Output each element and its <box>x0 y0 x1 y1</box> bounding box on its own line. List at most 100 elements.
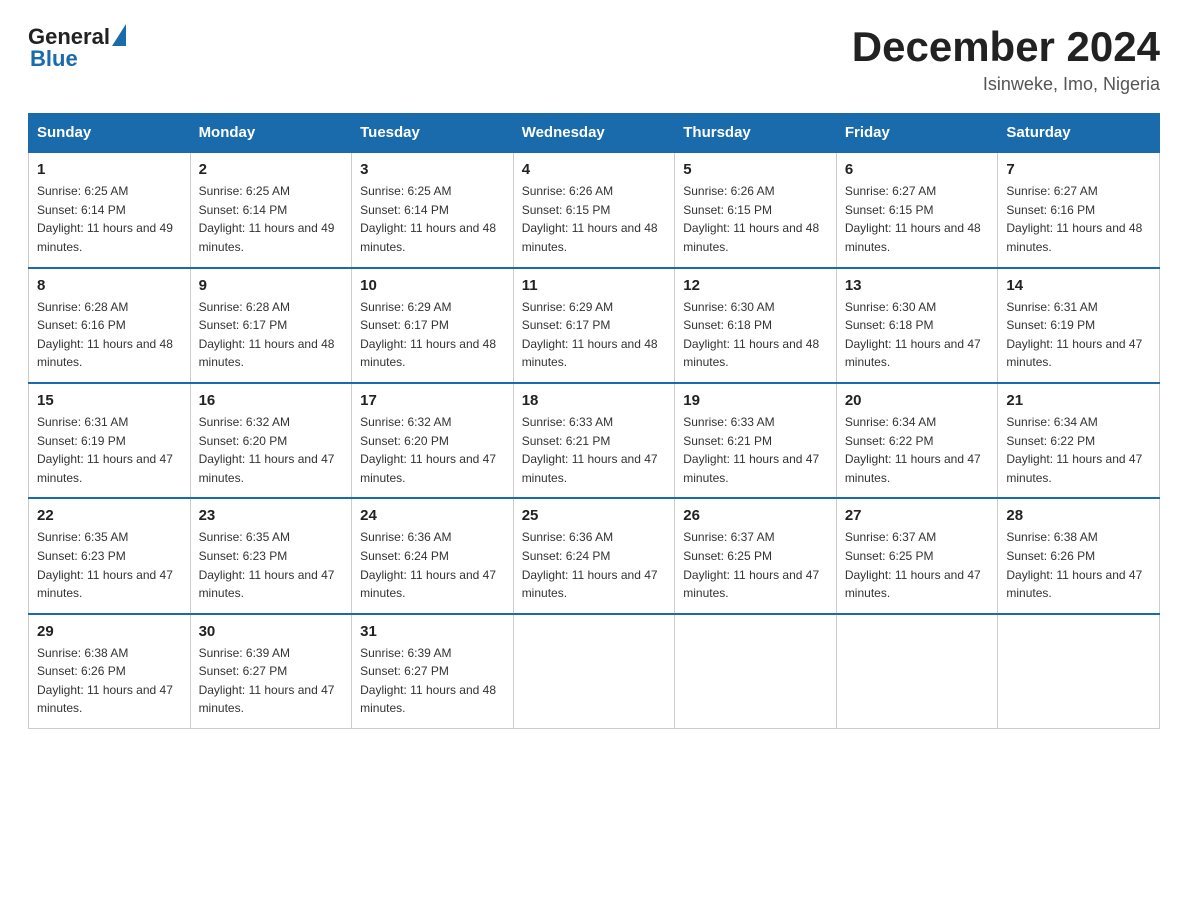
calendar-cell: 29 Sunrise: 6:38 AMSunset: 6:26 PMDayligh… <box>29 614 191 729</box>
header-sunday: Sunday <box>29 114 191 153</box>
day-info: Sunrise: 6:29 AMSunset: 6:17 PMDaylight:… <box>360 298 505 372</box>
day-number: 16 <box>199 392 344 409</box>
calendar-cell: 26 Sunrise: 6:37 AMSunset: 6:25 PMDayligh… <box>675 498 837 613</box>
calendar-cell: 10 Sunrise: 6:29 AMSunset: 6:17 PMDayligh… <box>352 268 514 383</box>
day-info: Sunrise: 6:36 AMSunset: 6:24 PMDaylight:… <box>522 528 667 602</box>
day-number: 10 <box>360 277 505 294</box>
day-number: 21 <box>1006 392 1151 409</box>
calendar-cell: 21 Sunrise: 6:34 AMSunset: 6:22 PMDayligh… <box>998 383 1160 498</box>
calendar-cell <box>998 614 1160 729</box>
calendar-cell: 22 Sunrise: 6:35 AMSunset: 6:23 PMDayligh… <box>29 498 191 613</box>
day-info: Sunrise: 6:25 AMSunset: 6:14 PMDaylight:… <box>37 182 182 256</box>
day-info: Sunrise: 6:35 AMSunset: 6:23 PMDaylight:… <box>37 528 182 602</box>
calendar-cell: 1 Sunrise: 6:25 AMSunset: 6:14 PMDaylight… <box>29 152 191 267</box>
day-number: 7 <box>1006 161 1151 178</box>
day-number: 25 <box>522 507 667 524</box>
day-number: 14 <box>1006 277 1151 294</box>
day-info: Sunrise: 6:39 AMSunset: 6:27 PMDaylight:… <box>360 644 505 718</box>
day-info: Sunrise: 6:30 AMSunset: 6:18 PMDaylight:… <box>683 298 828 372</box>
calendar-cell: 4Sunrise: 6:26 AMSunset: 6:15 PMDaylight… <box>513 152 675 267</box>
day-info: Sunrise: 6:26 AMSunset: 6:15 PMDaylight:… <box>683 182 828 256</box>
calendar-cell: 17 Sunrise: 6:32 AMSunset: 6:20 PMDayligh… <box>352 383 514 498</box>
day-info: Sunrise: 6:38 AMSunset: 6:26 PMDaylight:… <box>37 644 182 718</box>
day-number: 5 <box>683 161 828 178</box>
day-number: 8 <box>37 277 182 294</box>
day-info: Sunrise: 6:32 AMSunset: 6:20 PMDaylight:… <box>360 413 505 487</box>
calendar-cell <box>513 614 675 729</box>
calendar-cell: 30 Sunrise: 6:39 AMSunset: 6:27 PMDayligh… <box>190 614 352 729</box>
week-row-1: 1 Sunrise: 6:25 AMSunset: 6:14 PMDaylight… <box>29 152 1160 267</box>
calendar-cell: 24Sunrise: 6:36 AMSunset: 6:24 PMDayligh… <box>352 498 514 613</box>
page-header: General Blue December 2024 Isinweke, Imo… <box>28 24 1160 95</box>
day-number: 27 <box>845 507 990 524</box>
day-number: 2 <box>199 161 344 178</box>
calendar-cell: 23 Sunrise: 6:35 AMSunset: 6:23 PMDayligh… <box>190 498 352 613</box>
calendar-table: SundayMondayTuesdayWednesdayThursdayFrid… <box>28 113 1160 729</box>
day-info: Sunrise: 6:37 AMSunset: 6:25 PMDaylight:… <box>845 528 990 602</box>
day-info: Sunrise: 6:30 AMSunset: 6:18 PMDaylight:… <box>845 298 990 372</box>
day-info: Sunrise: 6:25 AMSunset: 6:14 PMDaylight:… <box>199 182 344 256</box>
logo-blue-text: Blue <box>30 46 78 72</box>
day-number: 11 <box>522 277 667 294</box>
day-info: Sunrise: 6:25 AMSunset: 6:14 PMDaylight:… <box>360 182 505 256</box>
day-number: 3 <box>360 161 505 178</box>
calendar-cell: 12 Sunrise: 6:30 AMSunset: 6:18 PMDayligh… <box>675 268 837 383</box>
main-title: December 2024 <box>852 24 1160 70</box>
week-row-4: 22 Sunrise: 6:35 AMSunset: 6:23 PMDayligh… <box>29 498 1160 613</box>
day-number: 1 <box>37 161 182 178</box>
day-number: 17 <box>360 392 505 409</box>
day-number: 6 <box>845 161 990 178</box>
calendar-cell: 19 Sunrise: 6:33 AMSunset: 6:21 PMDayligh… <box>675 383 837 498</box>
day-number: 13 <box>845 277 990 294</box>
day-number: 26 <box>683 507 828 524</box>
logo-triangle-icon <box>112 24 126 46</box>
day-info: Sunrise: 6:29 AMSunset: 6:17 PMDaylight:… <box>522 298 667 372</box>
day-number: 9 <box>199 277 344 294</box>
day-number: 20 <box>845 392 990 409</box>
calendar-cell: 14 Sunrise: 6:31 AMSunset: 6:19 PMDayligh… <box>998 268 1160 383</box>
calendar-header-row: SundayMondayTuesdayWednesdayThursdayFrid… <box>29 114 1160 153</box>
calendar-cell: 6 Sunrise: 6:27 AMSunset: 6:15 PMDaylight… <box>836 152 998 267</box>
calendar-cell: 20 Sunrise: 6:34 AMSunset: 6:22 PMDayligh… <box>836 383 998 498</box>
header-wednesday: Wednesday <box>513 114 675 153</box>
day-number: 22 <box>37 507 182 524</box>
calendar-cell: 8 Sunrise: 6:28 AMSunset: 6:16 PMDaylight… <box>29 268 191 383</box>
day-number: 29 <box>37 623 182 640</box>
day-info: Sunrise: 6:37 AMSunset: 6:25 PMDaylight:… <box>683 528 828 602</box>
day-info: Sunrise: 6:27 AMSunset: 6:15 PMDaylight:… <box>845 182 990 256</box>
header-thursday: Thursday <box>675 114 837 153</box>
day-number: 23 <box>199 507 344 524</box>
day-number: 31 <box>360 623 505 640</box>
day-number: 12 <box>683 277 828 294</box>
day-info: Sunrise: 6:31 AMSunset: 6:19 PMDaylight:… <box>37 413 182 487</box>
day-info: Sunrise: 6:33 AMSunset: 6:21 PMDaylight:… <box>683 413 828 487</box>
header-monday: Monday <box>190 114 352 153</box>
title-section: December 2024 Isinweke, Imo, Nigeria <box>852 24 1160 95</box>
day-info: Sunrise: 6:38 AMSunset: 6:26 PMDaylight:… <box>1006 528 1151 602</box>
day-info: Sunrise: 6:31 AMSunset: 6:19 PMDaylight:… <box>1006 298 1151 372</box>
calendar-cell: 18 Sunrise: 6:33 AMSunset: 6:21 PMDayligh… <box>513 383 675 498</box>
calendar-cell: 11 Sunrise: 6:29 AMSunset: 6:17 PMDayligh… <box>513 268 675 383</box>
day-number: 30 <box>199 623 344 640</box>
day-number: 18 <box>522 392 667 409</box>
day-info: Sunrise: 6:32 AMSunset: 6:20 PMDaylight:… <box>199 413 344 487</box>
calendar-cell: 9 Sunrise: 6:28 AMSunset: 6:17 PMDaylight… <box>190 268 352 383</box>
day-info: Sunrise: 6:28 AMSunset: 6:16 PMDaylight:… <box>37 298 182 372</box>
day-number: 19 <box>683 392 828 409</box>
calendar-cell: 3 Sunrise: 6:25 AMSunset: 6:14 PMDaylight… <box>352 152 514 267</box>
day-info: Sunrise: 6:34 AMSunset: 6:22 PMDaylight:… <box>845 413 990 487</box>
calendar-cell: 25 Sunrise: 6:36 AMSunset: 6:24 PMDayligh… <box>513 498 675 613</box>
day-number: 4 <box>522 161 667 178</box>
calendar-cell <box>675 614 837 729</box>
calendar-cell: 28Sunrise: 6:38 AMSunset: 6:26 PMDayligh… <box>998 498 1160 613</box>
calendar-cell: 13 Sunrise: 6:30 AMSunset: 6:18 PMDayligh… <box>836 268 998 383</box>
day-info: Sunrise: 6:36 AMSunset: 6:24 PMDaylight:… <box>360 528 505 602</box>
logo: General Blue <box>28 24 126 72</box>
calendar-cell <box>836 614 998 729</box>
day-info: Sunrise: 6:35 AMSunset: 6:23 PMDaylight:… <box>199 528 344 602</box>
calendar-cell: 15Sunrise: 6:31 AMSunset: 6:19 PMDayligh… <box>29 383 191 498</box>
day-info: Sunrise: 6:34 AMSunset: 6:22 PMDaylight:… <box>1006 413 1151 487</box>
day-info: Sunrise: 6:39 AMSunset: 6:27 PMDaylight:… <box>199 644 344 718</box>
day-info: Sunrise: 6:28 AMSunset: 6:17 PMDaylight:… <box>199 298 344 372</box>
day-info: Sunrise: 6:33 AMSunset: 6:21 PMDaylight:… <box>522 413 667 487</box>
